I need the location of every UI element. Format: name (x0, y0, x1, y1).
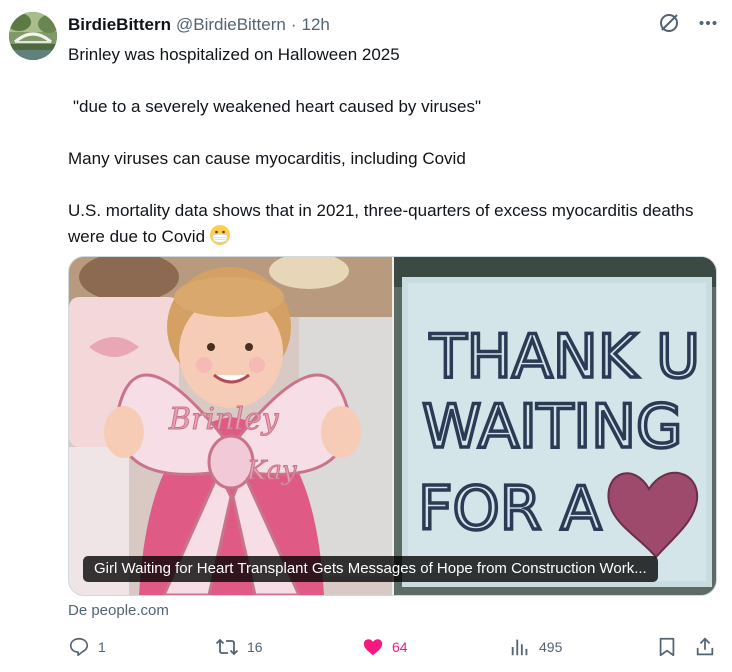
card-image-girl: Brinley Kay (69, 257, 392, 595)
sign-line-2: WAITING (422, 392, 683, 462)
bookmark-button[interactable] (656, 636, 678, 658)
grok-icon[interactable] (658, 12, 680, 34)
views-button[interactable]: 495 (509, 636, 562, 658)
reply-count: 1 (98, 639, 106, 655)
tweet-paragraph: "due to a severely weakened heart caused… (73, 97, 482, 116)
display-name[interactable]: BirdieBittern (68, 15, 171, 35)
share-icon (696, 637, 714, 656)
like-button[interactable]: 64 (362, 636, 408, 658)
share-button[interactable] (694, 636, 716, 658)
reply-icon (69, 637, 89, 657)
timestamp[interactable]: 12h (302, 15, 330, 35)
tweet-header: BirdieBittern @BirdieBittern · 12h (68, 12, 330, 38)
bow-text-middle: Kay (246, 456, 297, 486)
card-image-sign: THANK U WAITING FOR A (394, 257, 716, 595)
tweet-paragraph: Many viruses can cause myocarditis, incl… (68, 149, 466, 168)
repost-icon (215, 638, 239, 656)
action-bar: 1 16 64 495 (68, 634, 718, 664)
sign-line-1: THANK U (429, 322, 700, 392)
more-icon[interactable] (698, 13, 718, 33)
heart-filled-icon (363, 639, 383, 656)
header-icons (658, 12, 718, 34)
card-title[interactable]: Girl Waiting for Heart Transplant Gets M… (83, 556, 658, 582)
repost-button[interactable]: 16 (215, 636, 263, 658)
reply-button[interactable]: 1 (68, 636, 106, 658)
tweet-paragraph: Brinley was hospitalized on Halloween 20… (68, 45, 400, 64)
link-card[interactable]: Brinley Kay THANK U WAITING FOR A Girl W… (68, 256, 717, 596)
tweet-paragraph: U.S. mortality data shows that in 2021, … (68, 198, 708, 254)
avatar[interactable] (9, 12, 57, 60)
bow-text-name: Brinley (168, 402, 280, 437)
bookmark-icon (659, 637, 675, 657)
avatar-image (9, 12, 57, 60)
card-source[interactable]: De people.com (68, 602, 169, 619)
tweet-paragraph-text: U.S. mortality data shows that in 2021, … (68, 201, 694, 246)
sign-line-3: FOR A (418, 474, 602, 544)
separator-dot: · (290, 15, 297, 34)
repost-count: 16 (247, 639, 263, 655)
like-count: 64 (392, 639, 408, 655)
tweet-text: Brinley was hospitalized on Halloween 20… (68, 42, 708, 254)
views-count: 495 (539, 639, 563, 655)
mask-face-emoji-icon (209, 224, 231, 254)
views-chart-icon (511, 639, 528, 656)
user-handle[interactable]: @BirdieBittern (176, 15, 286, 35)
